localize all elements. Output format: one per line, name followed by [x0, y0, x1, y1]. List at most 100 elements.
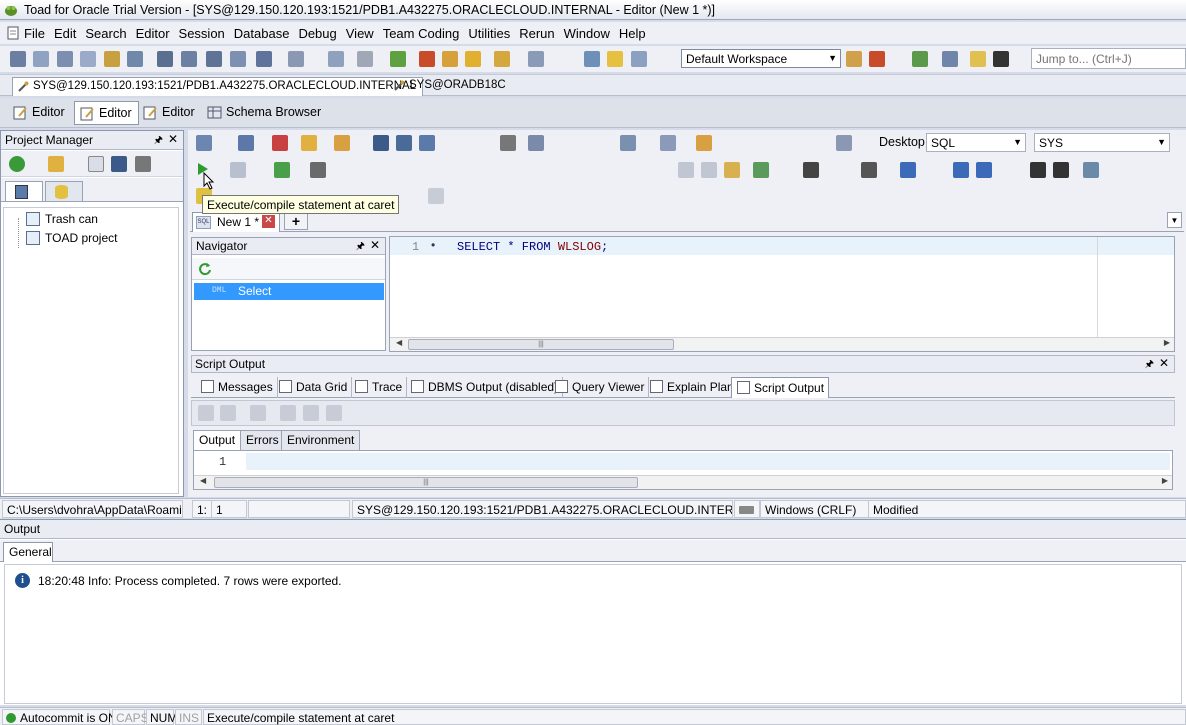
check-list-icon[interactable]	[753, 162, 769, 178]
menu-help[interactable]: Help	[619, 26, 646, 41]
print-icon[interactable]	[500, 135, 516, 151]
connection-tab-pdb1[interactable]: SYS@129.150.120.193:1521/PDB1.A432275.OR…	[12, 77, 424, 96]
tab-list-dropdown[interactable]: ▼	[1167, 212, 1182, 228]
close-icon[interactable]: ✕	[370, 238, 380, 252]
paint-icon[interactable]	[1083, 162, 1099, 178]
print-icon[interactable]	[135, 156, 151, 172]
arrow-right-icon[interactable]	[390, 51, 406, 67]
lowercase-icon[interactable]	[976, 162, 992, 178]
tab-data-grid[interactable]: Data Grid	[274, 377, 353, 398]
open-icon[interactable]	[301, 135, 317, 151]
replace-icon[interactable]	[861, 162, 877, 178]
add-icon[interactable]	[9, 156, 25, 172]
monitor-icon[interactable]	[328, 51, 344, 67]
undo-icon[interactable]	[900, 162, 916, 178]
tab-environment[interactable]: Environment	[281, 430, 361, 450]
folder-icon[interactable]	[48, 156, 64, 172]
tab-messages[interactable]: Messages	[196, 377, 278, 398]
save-icon[interactable]	[373, 135, 389, 151]
execute-script-icon[interactable]	[230, 162, 246, 178]
wand-icon[interactable]	[494, 51, 510, 67]
pin-icon[interactable]: 🖈	[356, 239, 365, 256]
options-icon[interactable]	[836, 135, 852, 151]
tab-editor-3[interactable]: Editor	[138, 101, 201, 125]
tab-query-viewer[interactable]: Query Viewer	[550, 377, 650, 398]
toad-world-icon[interactable]	[912, 51, 928, 67]
menu-edit[interactable]: Edit	[54, 26, 76, 41]
refresh-icon[interactable]	[198, 262, 212, 276]
table-icon[interactable]	[57, 51, 73, 67]
scroll-left-icon[interactable]: ◀	[396, 338, 402, 347]
menu-editor[interactable]: Editor	[136, 26, 170, 41]
run-as-script-icon[interactable]	[274, 162, 290, 178]
menu-team-coding[interactable]: Team Coding	[383, 26, 460, 41]
tab-editor-2[interactable]: Editor	[74, 101, 139, 125]
tab-script-output[interactable]: Script Output	[731, 377, 830, 398]
outdent-icon[interactable]	[1053, 162, 1069, 178]
tab-dbms-output[interactable]: DBMS Output (disabled)	[406, 377, 564, 398]
menu-session[interactable]: Session	[179, 26, 225, 41]
new-sql-icon[interactable]	[238, 135, 254, 151]
export-icon[interactable]	[419, 51, 435, 67]
sql-editor-icon[interactable]	[10, 51, 26, 67]
binoculars-icon[interactable]	[803, 162, 819, 178]
tab-project-tree[interactable]	[5, 181, 43, 201]
editor-hscrollbar[interactable]: ◀ ||| ▶	[390, 337, 1174, 351]
report-icon[interactable]	[230, 51, 246, 67]
menu-file[interactable]: File	[6, 26, 45, 41]
chat-icon[interactable]	[970, 51, 986, 67]
close-tab-icon[interactable]: ✕	[262, 215, 275, 228]
view-icon[interactable]	[256, 51, 272, 67]
workspace-delete-icon[interactable]	[869, 51, 885, 67]
lightning-icon[interactable]	[465, 51, 481, 67]
menu-database[interactable]: Database	[234, 26, 290, 41]
pin-icon[interactable]: 🖈	[1145, 357, 1154, 374]
tab-general[interactable]: General	[3, 542, 53, 562]
sql-format-icon[interactable]	[528, 135, 544, 151]
db-icon[interactable]	[206, 51, 222, 67]
tab-editor-1[interactable]: Editor	[8, 101, 71, 125]
scroll-thumb[interactable]: |||	[214, 477, 638, 488]
list-icon[interactable]	[310, 162, 326, 178]
paste-icon[interactable]	[724, 162, 740, 178]
indent-icon[interactable]	[1030, 162, 1046, 178]
close-icon[interactable]: ✕	[168, 132, 178, 146]
db-link-icon[interactable]	[660, 135, 676, 151]
feedback-icon[interactable]	[942, 51, 958, 67]
navigator-item-select[interactable]: DML Select	[194, 283, 384, 300]
scroll-left-icon[interactable]: ◀	[200, 476, 206, 485]
explain-icon[interactable]	[620, 135, 636, 151]
output-hscrollbar[interactable]: ◀ ||| ▶	[194, 475, 1172, 489]
cut-icon[interactable]	[678, 162, 694, 178]
tab-schema-browser[interactable]: Schema Browser	[202, 101, 327, 125]
connect-icon[interactable]	[196, 135, 212, 151]
menu-utilities[interactable]: Utilities	[468, 26, 510, 41]
doc-tab-new-1[interactable]: SQL New 1 * ✕	[192, 212, 280, 232]
tools-icon[interactable]	[528, 51, 544, 67]
window-icon[interactable]	[127, 51, 143, 67]
script-output-area[interactable]: 1 ◀ ||| ▶	[193, 450, 1173, 490]
cube-icon[interactable]	[584, 51, 600, 67]
menu-search[interactable]: Search	[85, 26, 126, 41]
network-icon[interactable]	[288, 51, 304, 67]
tree-item-toad-project[interactable]: TOAD project	[26, 231, 117, 245]
new-file-icon[interactable]	[88, 156, 104, 172]
layout-icon[interactable]	[181, 51, 197, 67]
sql-tuning-icon[interactable]	[104, 51, 120, 67]
save-as-icon[interactable]	[396, 135, 412, 151]
pin-icon[interactable]: 🖈	[154, 133, 163, 150]
snippet-icon[interactable]	[696, 135, 712, 151]
menu-window[interactable]: Window	[564, 26, 610, 41]
bell-icon[interactable]	[607, 51, 623, 67]
workspace-save-icon[interactable]	[846, 51, 862, 67]
session-browser-icon[interactable]	[157, 51, 173, 67]
copy-icon[interactable]	[701, 162, 717, 178]
save-all-icon[interactable]	[419, 135, 435, 151]
tab-explain-plan[interactable]: Explain Plan	[645, 377, 739, 398]
menu-rerun[interactable]: Rerun	[519, 26, 554, 41]
workspace-select[interactable]: Default Workspace ▼	[681, 49, 841, 68]
desktop-select[interactable]: SQL ▼	[926, 133, 1026, 152]
menu-debug[interactable]: Debug	[298, 26, 336, 41]
scroll-right-icon[interactable]: ▶	[1164, 338, 1170, 347]
scroll-thumb[interactable]: |||	[408, 339, 674, 350]
